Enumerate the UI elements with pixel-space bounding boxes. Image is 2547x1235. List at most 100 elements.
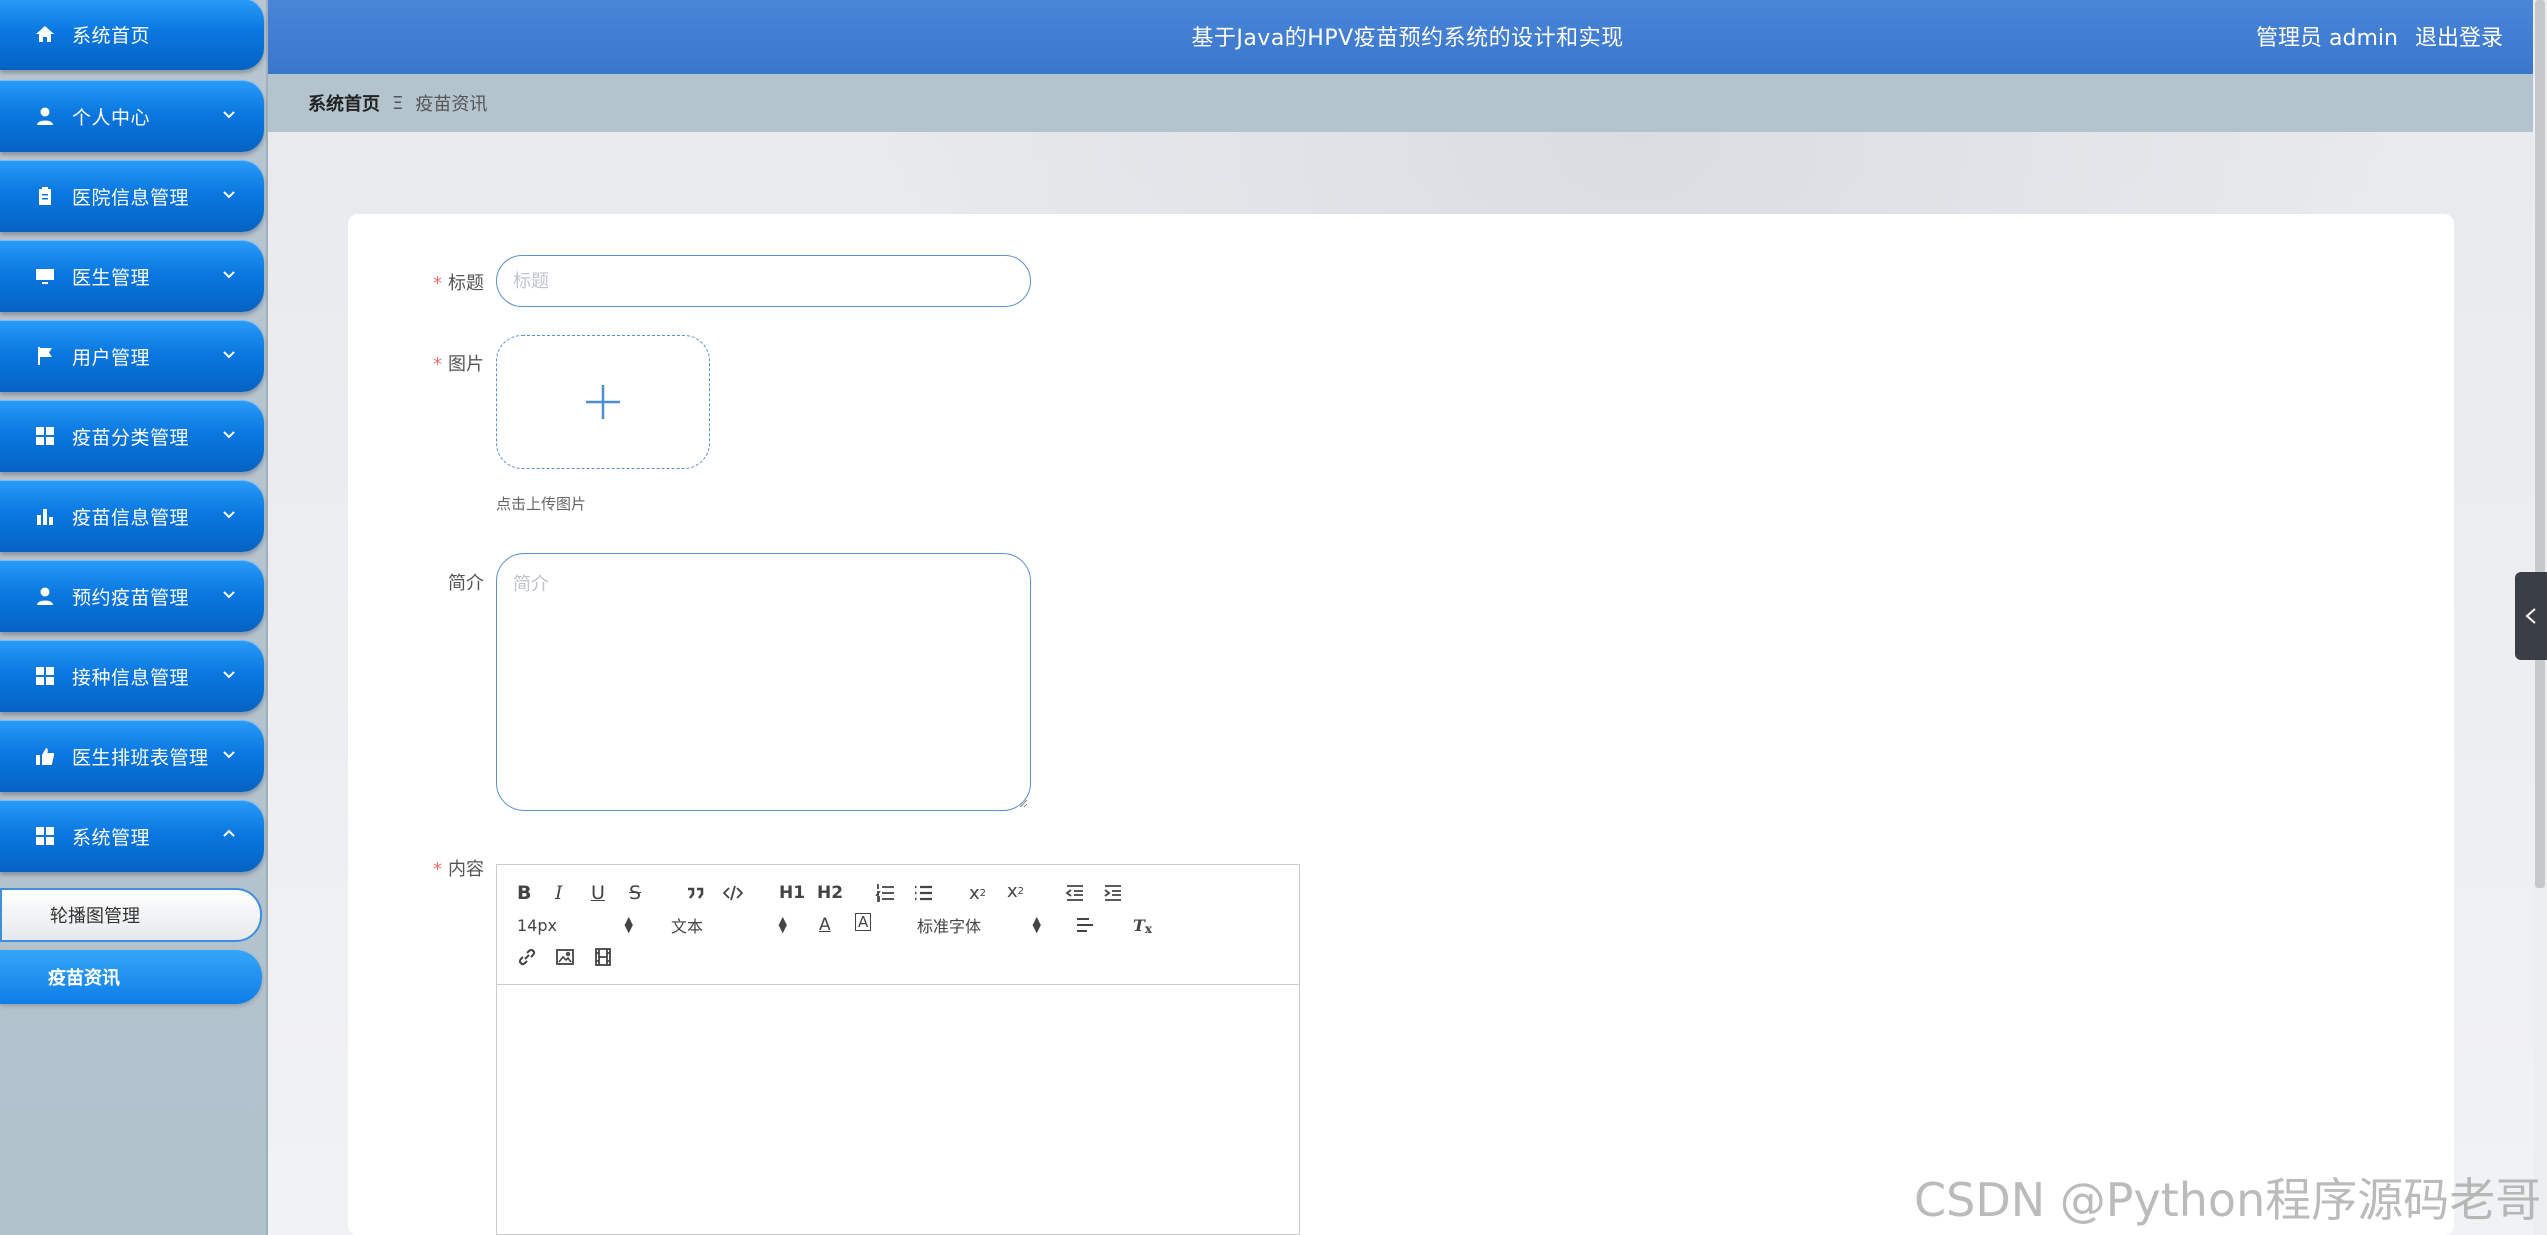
background-color-icon[interactable]: A <box>855 913 872 931</box>
grid-icon <box>34 825 56 847</box>
title-input[interactable] <box>496 255 1031 307</box>
align-icon[interactable] <box>1075 913 1095 937</box>
heading1-button[interactable]: H1 <box>779 881 805 905</box>
chevron-up-icon <box>222 826 236 840</box>
chevron-down-icon <box>222 586 236 600</box>
flag-icon <box>34 345 56 367</box>
grid-icon <box>34 425 56 447</box>
breadcrumb-current: 疫苗资讯 <box>415 94 488 115</box>
sidebar-item-label: 疫苗分类管理 <box>72 426 190 449</box>
breadcrumb-separator: Ξ <box>392 92 404 114</box>
chevron-down-icon <box>222 506 236 520</box>
sidebar-item-label: 医生排班表管理 <box>72 746 209 769</box>
video-icon[interactable] <box>593 945 613 969</box>
thumbs-up-icon <box>34 745 56 767</box>
sidebar-item-personal-center[interactable]: 个人中心 <box>0 80 264 152</box>
sidebar-item-vaccine-info[interactable]: 疫苗信息管理 <box>0 480 264 552</box>
title-label: * 标题 <box>433 273 484 294</box>
superscript-icon[interactable]: x2 <box>1007 879 1024 903</box>
sidebar-item-label: 疫苗信息管理 <box>72 506 190 529</box>
sidebar-subitem-carousel[interactable]: 轮播图管理 <box>0 888 262 942</box>
side-panel-toggle[interactable] <box>2515 572 2547 660</box>
sidebar-item-doctor[interactable]: 医生管理 <box>0 240 264 312</box>
watermark: CSDN @Python程序源码老哥 <box>1914 1173 2542 1227</box>
sidebar-item-label: 用户管理 <box>72 346 151 369</box>
sidebar-item-system[interactable]: 系统管理 <box>0 800 264 872</box>
sidebar-subitem-vaccine-news[interactable]: 疫苗资讯 <box>0 950 262 1004</box>
sidebar: 系统首页 个人中心 医院信息管理 医生管理 用户管理 疫苗分类管理 疫苗信息管理… <box>0 0 268 1235</box>
select-arrows-icon: ▲ ▼ <box>778 914 787 935</box>
chevron-down-icon <box>222 346 236 360</box>
sidebar-item-appointment[interactable]: 预约疫苗管理 <box>0 560 264 632</box>
sidebar-subitem-label: 轮播图管理 <box>50 906 140 927</box>
sidebar-item-schedule[interactable]: 医生排班表管理 <box>0 720 264 792</box>
underline-icon[interactable]: U <box>591 881 605 905</box>
user-icon <box>34 105 56 127</box>
top-header: 基于Java的HPV疫苗预约系统的设计和实现 管理员 admin 退出登录 <box>268 0 2547 74</box>
sidebar-item-vaccine-category[interactable]: 疫苗分类管理 <box>0 400 264 472</box>
upload-tip: 点击上传图片 <box>496 495 587 513</box>
chevron-down-icon <box>222 266 236 280</box>
resize-grip-icon[interactable] <box>1018 798 1028 808</box>
sidebar-item-label: 接种信息管理 <box>72 666 190 689</box>
image-icon[interactable] <box>555 945 575 969</box>
sidebar-item-home[interactable]: 系统首页 <box>0 0 264 70</box>
grid-icon <box>34 665 56 687</box>
code-block-icon[interactable] <box>723 881 743 905</box>
subscript-icon[interactable]: x2 <box>969 881 986 905</box>
clear-format-icon[interactable]: Tx <box>1133 913 1152 937</box>
breadcrumb-home[interactable]: 系统首页 <box>308 90 380 116</box>
sidebar-item-vaccination[interactable]: 接种信息管理 <box>0 640 264 712</box>
intro-label: 简介 <box>448 573 484 594</box>
text-format-select[interactable]: 文本 ▲ ▼ <box>671 913 787 937</box>
chevron-left-icon <box>2525 608 2536 624</box>
rich-text-editor: B I U S H1 H2 x2 x2 14px ▲ ▼ 文本 ▲ ▼ A A 标准字体… <box>496 864 1300 1235</box>
clipboard-icon <box>34 185 56 207</box>
monitor-icon <box>34 265 56 287</box>
bold-icon[interactable]: B <box>517 881 531 905</box>
user-icon <box>34 585 56 607</box>
editor-content-area[interactable] <box>497 985 1299 1235</box>
admin-username: 管理员 admin <box>2256 26 2398 51</box>
heading2-button[interactable]: H2 <box>817 881 843 905</box>
chevron-down-icon <box>222 106 236 120</box>
indent-icon[interactable] <box>1103 881 1123 905</box>
font-size-select[interactable]: 14px ▲ ▼ <box>517 913 633 937</box>
sidebar-item-label: 预约疫苗管理 <box>72 586 190 609</box>
sidebar-item-label: 系统首页 <box>72 24 151 47</box>
sidebar-item-label: 个人中心 <box>72 106 151 129</box>
bullet-list-icon[interactable] <box>913 881 933 905</box>
intro-textarea[interactable] <box>496 553 1031 811</box>
sidebar-subitem-label: 疫苗资讯 <box>48 968 120 989</box>
logout-link[interactable]: 退出登录 <box>2415 26 2503 51</box>
chevron-down-icon <box>222 426 236 440</box>
bar-chart-icon <box>34 505 56 527</box>
select-arrows-icon: ▲ ▼ <box>1032 914 1041 935</box>
sidebar-item-label: 医生管理 <box>72 266 151 289</box>
editor-toolbar: B I U S H1 H2 x2 x2 14px ▲ ▼ 文本 ▲ ▼ A A 标准字体… <box>497 865 1299 985</box>
content-label: * 内容 <box>433 859 484 880</box>
breadcrumb: 系统首页 Ξ 疫苗资讯 <box>268 74 2547 132</box>
app-title: 基于Java的HPV疫苗预约系统的设计和实现 <box>1191 26 1624 51</box>
font-family-select[interactable]: 标准字体 ▲ ▼ <box>917 913 1041 937</box>
sidebar-item-user[interactable]: 用户管理 <box>0 320 264 392</box>
scrollbar-thumb[interactable] <box>2535 0 2545 888</box>
chevron-down-icon <box>222 186 236 200</box>
sidebar-item-label: 医院信息管理 <box>72 186 190 209</box>
user-area: 管理员 admin 退出登录 <box>2256 20 2503 52</box>
sidebar-item-label: 系统管理 <box>72 826 151 849</box>
strikethrough-icon[interactable]: S <box>629 881 641 905</box>
italic-icon[interactable]: I <box>555 881 563 905</box>
chevron-down-icon <box>222 746 236 760</box>
home-icon <box>34 23 56 45</box>
outdent-icon[interactable] <box>1065 881 1085 905</box>
ordered-list-icon[interactable] <box>875 881 895 905</box>
chevron-down-icon <box>222 666 236 680</box>
image-upload-button[interactable] <box>496 335 710 469</box>
select-arrows-icon: ▲ ▼ <box>624 914 633 935</box>
link-icon[interactable] <box>517 945 537 969</box>
blockquote-icon[interactable] <box>685 881 705 905</box>
image-label: * 图片 <box>433 354 484 375</box>
font-color-icon[interactable]: A <box>819 913 831 937</box>
sidebar-item-hospital[interactable]: 医院信息管理 <box>0 160 264 232</box>
